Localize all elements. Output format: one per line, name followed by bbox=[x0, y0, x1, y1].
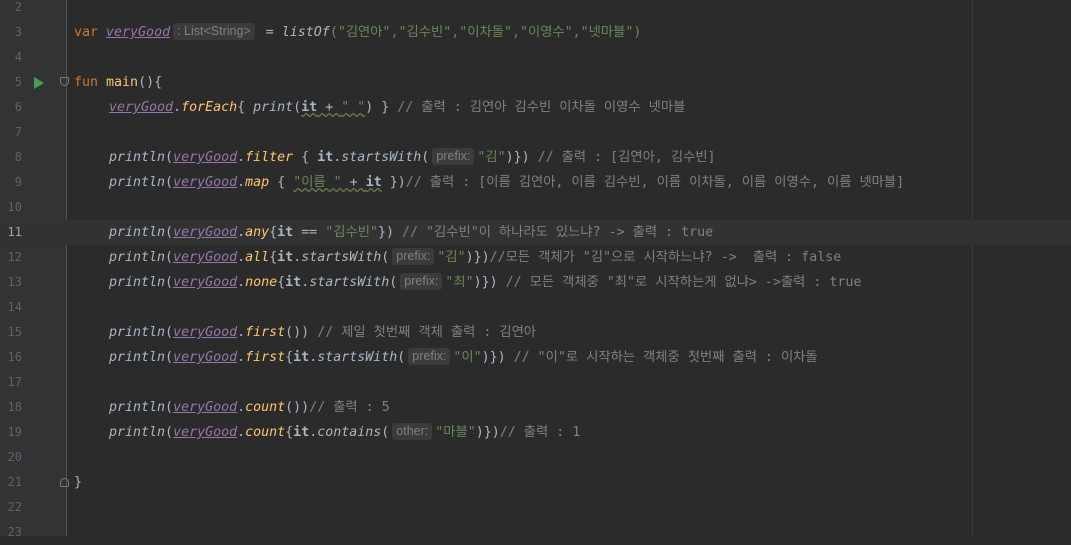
line-number: 22 bbox=[7, 500, 22, 514]
fold-icon[interactable] bbox=[60, 77, 69, 86]
code-text: } bbox=[74, 475, 83, 490]
code-editor[interactable]: 2 3 var veryGood: List<String> = listOf(… bbox=[0, 0, 1071, 539]
current-code-line[interactable]: 11 println(veryGood.any{it == "김수빈"}) //… bbox=[0, 220, 1071, 245]
code-line[interactable]: 2 bbox=[0, 0, 1071, 20]
line-number: 12 bbox=[7, 250, 22, 264]
code-text: println(veryGood.first()) // 제일 첫번째 객체 출… bbox=[109, 325, 537, 340]
type-hint: : List<String> bbox=[173, 23, 255, 40]
line-number: 6 bbox=[14, 100, 22, 114]
parameter-hint: prefix: bbox=[432, 148, 475, 165]
line-number: 4 bbox=[14, 50, 22, 64]
line-number: 11 bbox=[7, 225, 22, 239]
line-number: 18 bbox=[7, 400, 22, 414]
line-number: 20 bbox=[7, 450, 22, 464]
code-text: println(veryGood.count{it.contains(other… bbox=[109, 423, 581, 440]
line-number: 14 bbox=[7, 300, 22, 314]
line-number: 2 bbox=[14, 0, 22, 14]
line-number: 13 bbox=[7, 275, 22, 289]
line-number: 17 bbox=[7, 375, 22, 389]
line-number: 16 bbox=[7, 350, 22, 364]
line-number: 3 bbox=[14, 25, 22, 39]
line-number: 9 bbox=[14, 175, 22, 189]
line-number: 10 bbox=[7, 200, 22, 214]
code-text: println(veryGood.none{it.startsWith(pref… bbox=[109, 273, 862, 290]
line-number: 5 bbox=[14, 75, 22, 89]
parameter-hint: prefix: bbox=[400, 273, 443, 290]
run-icon[interactable] bbox=[34, 77, 44, 89]
code-text: veryGood.forEach{ print(it + " ") } // 출… bbox=[109, 100, 686, 115]
code-line[interactable]: 18 println(veryGood.count())// 출력 : 5 bbox=[0, 395, 1071, 420]
code-line[interactable]: 9 println(veryGood.map { "이름 " + it })//… bbox=[0, 170, 1071, 195]
code-line[interactable]: 13 println(veryGood.none{it.startsWith(p… bbox=[0, 270, 1071, 295]
code-line[interactable]: 10 bbox=[0, 195, 1071, 220]
parameter-hint: prefix: bbox=[392, 248, 435, 265]
line-number: 8 bbox=[14, 150, 22, 164]
code-line[interactable]: 21 } bbox=[0, 470, 1071, 495]
code-text: var veryGood: List<String> = listOf("김연아… bbox=[74, 23, 642, 40]
code-line[interactable]: 3 var veryGood: List<String> = listOf("김… bbox=[0, 20, 1071, 45]
line-number: 19 bbox=[7, 425, 22, 439]
code-line[interactable]: 14 bbox=[0, 295, 1071, 320]
code-line[interactable]: 4 bbox=[0, 45, 1071, 70]
line-number: 21 bbox=[7, 475, 22, 489]
line-number: 15 bbox=[7, 325, 22, 339]
code-line[interactable]: 23 bbox=[0, 520, 1071, 545]
code-text: println(veryGood.map { "이름 " + it })// 출… bbox=[109, 175, 905, 190]
code-text: println(veryGood.first{it.startsWith(pre… bbox=[109, 348, 818, 365]
code-text: println(veryGood.all{it.startsWith(prefi… bbox=[109, 248, 842, 265]
line-number: 23 bbox=[7, 525, 22, 539]
code-line[interactable]: 7 bbox=[0, 120, 1071, 145]
code-line[interactable]: 17 bbox=[0, 370, 1071, 395]
code-line[interactable]: 12 println(veryGood.all{it.startsWith(pr… bbox=[0, 245, 1071, 270]
code-line[interactable]: 6 veryGood.forEach{ print(it + " ") } //… bbox=[0, 95, 1071, 120]
code-line[interactable]: 8 println(veryGood.filter { it.startsWit… bbox=[0, 145, 1071, 170]
code-text: println(veryGood.filter { it.startsWith(… bbox=[109, 148, 716, 165]
code-line[interactable]: 5 fun main(){ bbox=[0, 70, 1071, 95]
code-line[interactable]: 19 println(veryGood.count{it.contains(ot… bbox=[0, 420, 1071, 445]
code-line[interactable]: 15 println(veryGood.first()) // 제일 첫번째 객… bbox=[0, 320, 1071, 345]
code-text: fun main(){ bbox=[74, 75, 163, 90]
parameter-hint: prefix: bbox=[408, 348, 451, 365]
code-line[interactable]: 22 bbox=[0, 495, 1071, 520]
code-text: println(veryGood.any{it == "김수빈"}) // "김… bbox=[109, 225, 714, 240]
code-line[interactable]: 20 bbox=[0, 445, 1071, 470]
code-line[interactable]: 16 println(veryGood.first{it.startsWith(… bbox=[0, 345, 1071, 370]
line-number: 7 bbox=[14, 125, 22, 139]
fold-end-icon[interactable] bbox=[60, 478, 69, 487]
parameter-hint: other: bbox=[392, 423, 433, 440]
code-text: println(veryGood.count())// 출력 : 5 bbox=[109, 400, 390, 415]
